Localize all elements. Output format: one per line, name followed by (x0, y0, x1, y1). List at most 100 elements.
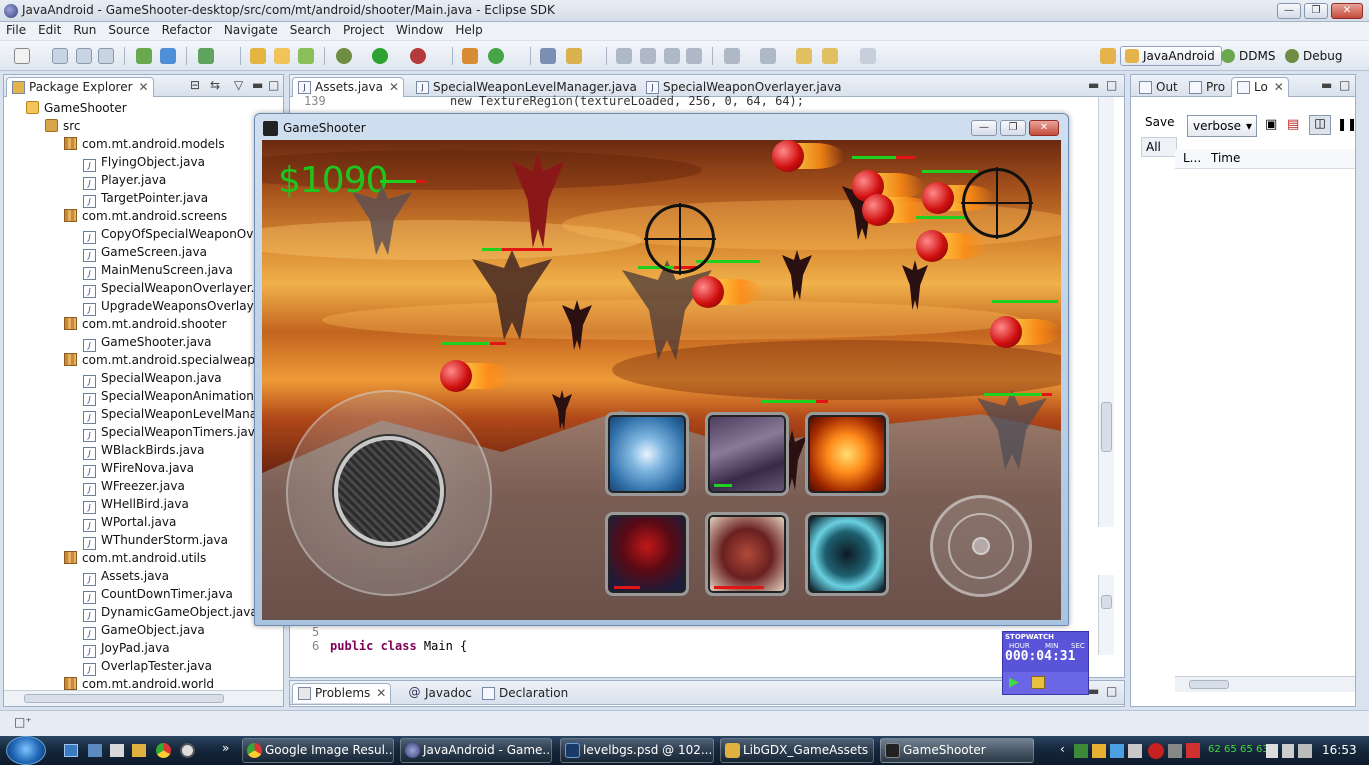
horizontal-scrollbar[interactable] (4, 690, 283, 706)
tree-item[interactable]: J GameScreen.java (83, 243, 207, 262)
game-minimize-button[interactable]: — (971, 120, 997, 136)
close-icon[interactable]: ✕ (138, 78, 148, 97)
menu-window[interactable]: Window (390, 22, 449, 39)
reset-icon[interactable] (1031, 676, 1045, 689)
tree-item[interactable]: com.mt.android.models (64, 135, 225, 153)
new-java-project-icon[interactable] (250, 48, 266, 64)
menu-source[interactable]: Source (102, 22, 155, 39)
tab-package-explorer[interactable]: Package Explorer ✕ (6, 77, 154, 97)
avd-manager-icon[interactable] (160, 48, 176, 64)
tree-item[interactable]: J WBlackBirds.java (83, 441, 204, 460)
horizontal-scrollbar[interactable] (1175, 676, 1355, 692)
start-button[interactable] (6, 736, 46, 765)
new-web-icon[interactable] (488, 48, 504, 64)
menu-project[interactable]: Project (337, 22, 390, 39)
game-maximize-button[interactable]: ❐ (1000, 120, 1026, 136)
perspective-debug[interactable]: Debug (1280, 46, 1349, 66)
view-menu-icon[interactable]: ▽ (234, 78, 243, 92)
volume-icon[interactable] (1298, 744, 1312, 758)
close-icon[interactable]: ✕ (376, 684, 386, 703)
tray-app-icon[interactable] (1128, 744, 1142, 758)
column-time[interactable]: Time (1211, 151, 1240, 165)
bat-enemy[interactable] (782, 250, 812, 300)
maximize-view-icon[interactable]: □ (268, 78, 279, 92)
menu-file[interactable]: File (0, 22, 32, 39)
show-desktop-icon[interactable] (64, 744, 78, 757)
tab-declaration[interactable]: Declaration (476, 683, 589, 703)
menu-navigate[interactable]: Navigate (218, 22, 284, 39)
menu-run[interactable]: Run (67, 22, 102, 39)
open-perspective-icon[interactable] (1100, 48, 1116, 64)
tree-item[interactable]: J SpecialWeaponAnimations.j (83, 387, 267, 406)
task-photoshop[interactable]: levelbgs.psd @ 102... (560, 738, 714, 763)
perspective-ddms[interactable]: DDMS (1216, 46, 1282, 66)
run-icon[interactable] (372, 48, 388, 64)
bat-enemy[interactable] (552, 390, 572, 430)
menu-refactor[interactable]: Refactor (156, 22, 218, 39)
minimize-view-icon[interactable]: ▬ (1088, 78, 1099, 92)
tree-item[interactable]: com.mt.android.shooter (64, 315, 227, 333)
taskbar-clock[interactable]: 16:53 (1322, 743, 1357, 757)
clock-app-icon[interactable] (180, 743, 195, 758)
tree-item[interactable]: GameShooter (26, 99, 127, 117)
pause-icon[interactable]: ❚❚ (1337, 117, 1357, 131)
tree-item[interactable]: J SpecialWeaponOverlayer.jav (83, 279, 272, 298)
save-icon[interactable] (52, 48, 68, 64)
tree-item[interactable]: J SpecialWeapon.java (83, 369, 222, 388)
next-annotation-icon[interactable] (724, 48, 740, 64)
minimize-view-icon[interactable]: ▬ (1088, 684, 1099, 698)
crosshair-icon[interactable] (645, 204, 715, 274)
new-class-icon[interactable] (298, 48, 314, 64)
close-icon[interactable]: ✕ (389, 78, 399, 97)
menu-edit[interactable]: Edit (32, 22, 67, 39)
scrollbar-thumb[interactable] (1189, 680, 1229, 689)
game-canvas[interactable]: $1090 (262, 140, 1061, 620)
task-eclipse[interactable]: JavaAndroid - Game... (400, 738, 552, 763)
tree-item[interactable]: J JoyPad.java (83, 639, 170, 658)
minimize-view-icon[interactable]: ▬ (252, 78, 263, 92)
fast-view-icon[interactable]: □⁺ (14, 715, 32, 729)
external-tools-icon[interactable] (410, 48, 426, 64)
tree-item[interactable]: J WFreezer.java (83, 477, 185, 496)
stopwatch-widget[interactable]: STOPWATCH HOUR MIN SEC 000:04:31 ▶ (1002, 631, 1089, 695)
scrollbar-thumb[interactable] (24, 694, 224, 703)
maximize-view-icon[interactable]: □ (1339, 78, 1350, 92)
weapon-portal-button[interactable] (605, 412, 689, 496)
new-package-icon[interactable] (274, 48, 290, 64)
code-line[interactable]: public class Main { (330, 639, 467, 653)
back-icon[interactable] (822, 48, 838, 64)
chrome-icon[interactable] (156, 743, 171, 758)
tree-item[interactable]: J DynamicGameObject.java (83, 603, 258, 622)
perspective-javaandroid[interactable]: JavaAndroid (1120, 46, 1222, 66)
crosshair-icon[interactable] (962, 168, 1032, 238)
tree-item[interactable]: J WHellBird.java (83, 495, 189, 514)
antivirus-icon[interactable] (1148, 743, 1164, 759)
tray-app-icon[interactable] (1168, 744, 1182, 758)
game-close-button[interactable]: ✕ (1029, 120, 1059, 136)
scrollbar-thumb[interactable] (1101, 402, 1112, 452)
link-editor-icon[interactable]: ⇆ (210, 78, 220, 92)
filter-all[interactable]: All (1141, 137, 1177, 157)
tree-item[interactable]: J WThunderStorm.java (83, 531, 228, 550)
minimize-button[interactable]: — (1277, 3, 1301, 19)
tray-app-icon[interactable] (1092, 744, 1106, 758)
shield-icon[interactable] (1186, 743, 1200, 758)
tree-item[interactable]: J SpecialWeaponTimers.java (83, 423, 262, 442)
scrollbar-thumb[interactable] (1101, 595, 1112, 609)
menu-search[interactable]: Search (284, 22, 337, 39)
tree-item[interactable]: J SpecialWeaponLevelManage (83, 405, 272, 424)
tree-item[interactable]: com.mt.android.specialweapon (64, 351, 270, 369)
block-selection-icon[interactable] (664, 48, 680, 64)
forward-icon[interactable] (860, 48, 876, 64)
new-icon[interactable] (14, 48, 30, 64)
tree-item[interactable]: J Assets.java (83, 567, 169, 586)
tab-problems[interactable]: Problems ✕ (292, 683, 392, 703)
task-explorer-folder[interactable]: LibGDX_GameAssets (720, 738, 874, 763)
tree-item[interactable]: src (45, 117, 81, 135)
close-button[interactable]: ✕ (1331, 3, 1363, 19)
toggle-mark-icon[interactable] (640, 48, 656, 64)
tree-item[interactable]: J MainMenuScreen.java (83, 261, 233, 280)
tree-item[interactable]: J GameObject.java (83, 621, 205, 640)
task-check-icon[interactable] (198, 48, 214, 64)
tree-item[interactable]: J TargetPointer.java (83, 189, 208, 208)
